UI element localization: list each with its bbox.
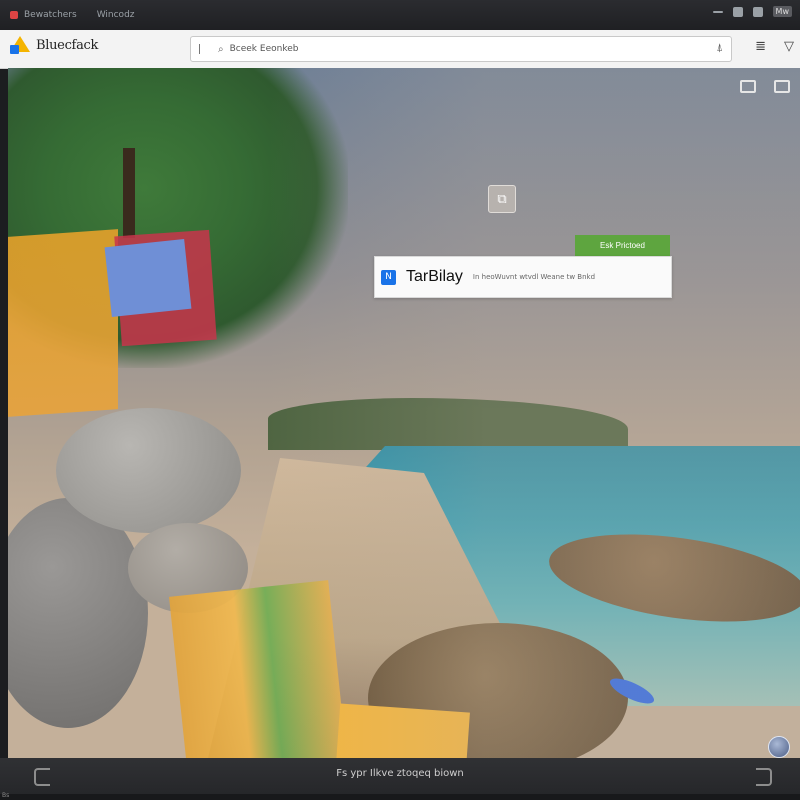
address-text: Bceek Eeonkeb [229,44,299,54]
page-viewport[interactable] [8,68,800,758]
maximize-icon[interactable] [732,6,743,17]
address-bar[interactable]: ⌕ Bceek Eeonkeb ⍋ [190,36,732,62]
popup-dialog: N TarBilay In heoWuvnt wtvdl Weane tw Bn… [374,256,672,298]
tab-label: Bewatchers [24,10,77,20]
striped-cloth [169,580,347,758]
status-bar: Bs [0,792,800,800]
viewport-icons [740,80,790,93]
tab-2[interactable]: Wincodz [87,4,145,26]
reader-icon[interactable]: ⍋ [716,41,723,55]
browser-toolbar: Bluecfack ⌕ Bceek Eeonkeb ⍋ ≣ ▽ [0,30,800,69]
logo-icon [10,36,30,54]
minimize-icon[interactable] [712,10,723,13]
screen-icon[interactable] [774,80,790,93]
yellow-cloth [336,703,470,758]
window-titlebar: Bewatchers Wincodz Mw [0,0,800,30]
orange-cloth [8,229,118,417]
favicon-icon [10,11,18,19]
cast-icon[interactable] [740,80,756,93]
forward-bracket-icon[interactable] [756,768,772,786]
puzzle-icon[interactable]: ⧉ [488,185,516,213]
status-text: Bs [2,792,10,799]
search-icon: ⌕ [218,43,224,55]
tab-label: Wincodz [96,10,135,20]
filter-icon[interactable]: ▽ [784,39,794,54]
tree-trunk [123,148,135,238]
bottom-bar: Fs ypr Ilkve ztoqeq biown [0,758,800,794]
tab-strip: Bewatchers Wincodz [0,0,145,30]
dialog-title: TarBilay [406,268,463,285]
blue-cloth [104,239,192,317]
tab-1[interactable]: Bewatchers [0,4,87,26]
window-badge: Mw [772,6,792,17]
app-icon: N [381,269,396,285]
globe-icon[interactable] [768,736,790,758]
bottom-bar-text: Fs ypr Ilkve ztoqeq biown [336,768,464,779]
close-icon[interactable] [752,6,763,17]
cursor-icon [199,44,206,54]
menu-icon[interactable]: ≣ [755,39,766,54]
brand-logo[interactable]: Bluecfack [10,36,98,54]
action-button[interactable]: Esk Prictoed [575,235,670,256]
window-controls: Mw [712,6,792,17]
brand-name: Bluecfack [36,37,99,53]
rock [56,408,241,533]
dialog-text: In heoWuvnt wtvdl Weane tw Bnkd [472,273,596,281]
toolbar-actions: ≣ ▽ [755,39,794,54]
